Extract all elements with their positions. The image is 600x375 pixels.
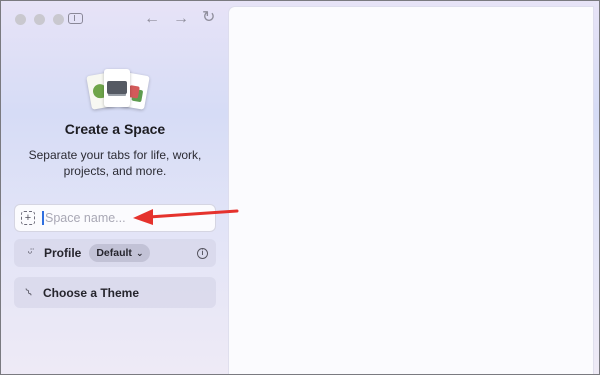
annotation-arrow-head (133, 209, 153, 225)
laptop-card-icon (104, 69, 130, 107)
annotation-arrow-shaft (147, 209, 239, 219)
annotation-arrow-icon (133, 209, 239, 225)
browser-window: ← → ↻ Create a Space Separate your tabs … (0, 0, 600, 375)
